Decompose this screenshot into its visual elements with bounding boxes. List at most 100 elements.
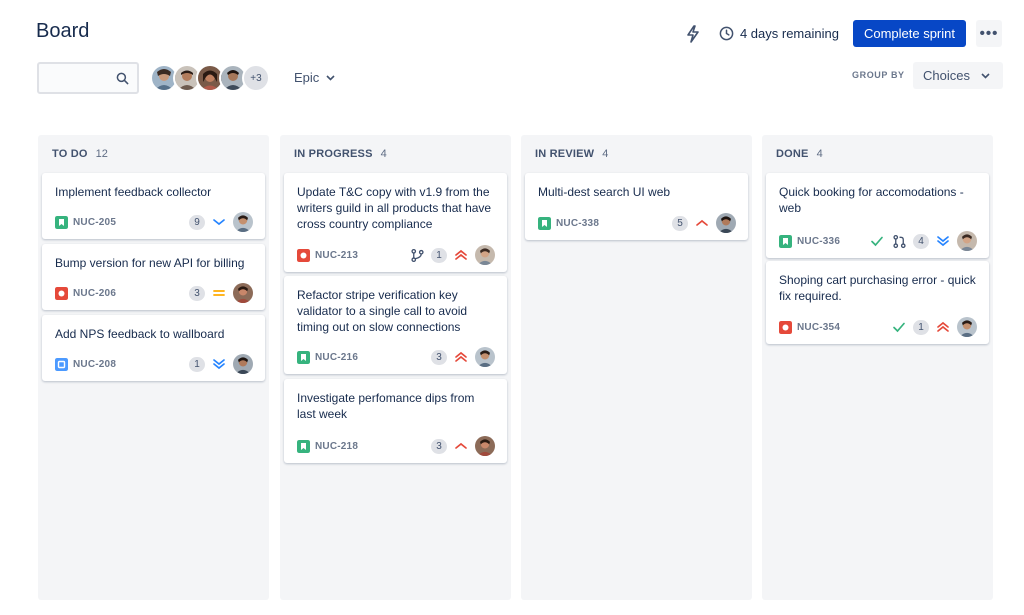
search-input[interactable] (37, 62, 139, 94)
chevron-down-icon (981, 72, 990, 79)
issue-key[interactable]: NUC-218 (315, 441, 358, 452)
assignee-avatar[interactable] (475, 436, 495, 456)
column-header: IN REVIEW 4 (521, 135, 752, 172)
column-count: 12 (95, 147, 108, 160)
issue-key[interactable]: NUC-336 (797, 236, 840, 247)
sprint-controls: 4 days remaining Complete sprint ••• (683, 20, 1002, 47)
column-header: IN PROGRESS 4 (280, 135, 511, 172)
issue-footer: NUC-336 4 (779, 231, 977, 251)
priority-high-icon (453, 438, 469, 454)
issue-footer: NUC-338 5 (538, 213, 736, 233)
story-points-badge: 5 (672, 215, 688, 231)
issue-card[interactable]: Refactor stripe verification key validat… (284, 276, 507, 374)
column-todo: TO DO 12 Implement feedback collector NU… (38, 135, 269, 600)
issue-footer: NUC-216 3 (297, 347, 495, 367)
story-points-badge: 4 (913, 233, 929, 249)
assignee-avatar[interactable] (233, 283, 253, 303)
story-points-badge: 3 (431, 349, 447, 365)
group-by-value: Choices (923, 68, 970, 83)
column-count: 4 (380, 147, 387, 160)
issue-summary: Quick booking for accomodations - web (779, 185, 964, 215)
story-points-badge: 3 (189, 285, 205, 301)
issue-card[interactable]: Bump version for new API for billing NUC… (42, 244, 265, 310)
column-in-review: IN REVIEW 4 Multi-dest search UI web NUC… (521, 135, 752, 600)
issue-footer: NUC-218 3 (297, 436, 495, 456)
issue-key[interactable]: NUC-205 (73, 217, 116, 228)
story-type-icon (55, 215, 68, 229)
priority-highest-icon (453, 247, 469, 263)
assignee-avatar[interactable] (957, 231, 977, 251)
story-points-badge: 9 (189, 214, 205, 230)
story-points-badge: 1 (913, 319, 929, 335)
assignee-avatar[interactable] (233, 354, 253, 374)
page-title: Board (36, 20, 90, 42)
assignee-avatar[interactable] (957, 317, 977, 337)
issue-footer: NUC-354 1 (779, 317, 977, 337)
issue-key[interactable]: NUC-338 (556, 218, 599, 229)
search-icon (116, 72, 129, 85)
story-points-badge: 1 (189, 356, 205, 372)
more-actions-button[interactable]: ••• (976, 20, 1002, 47)
priority-highest-icon (935, 319, 951, 335)
issue-summary: Bump version for new API for billing (55, 256, 245, 270)
column-count: 4 (816, 147, 823, 160)
assignee-avatar[interactable] (233, 212, 253, 232)
story-type-icon (538, 216, 551, 230)
column-header: DONE 4 (762, 135, 993, 172)
issue-card[interactable]: Investigate perfomance dips from last we… (284, 379, 507, 463)
assignee-avatar[interactable] (475, 347, 495, 367)
chevron-down-icon (326, 74, 335, 81)
complete-sprint-button[interactable]: Complete sprint (852, 20, 966, 47)
task-type-icon (55, 357, 68, 371)
story-type-icon (297, 350, 310, 364)
column-title: DONE (776, 147, 809, 160)
column-count: 4 (602, 147, 609, 160)
issue-key[interactable]: NUC-206 (73, 288, 116, 299)
issue-key[interactable]: NUC-213 (315, 250, 358, 261)
issue-card[interactable]: Add NPS feedback to wallboard NUC-208 1 (42, 315, 265, 381)
issue-footer: NUC-208 1 (55, 354, 253, 374)
done-check-icon (869, 233, 885, 249)
issue-card[interactable]: Implement feedback collector NUC-205 9 (42, 173, 265, 239)
issue-key[interactable]: NUC-354 (797, 322, 840, 333)
issue-footer: NUC-206 3 (55, 283, 253, 303)
column-title: IN REVIEW (535, 147, 595, 160)
bug-type-icon (297, 248, 310, 262)
priority-lowest-icon (935, 233, 951, 249)
issue-footer: NUC-213 1 (297, 245, 495, 265)
epic-label: Epic (294, 70, 320, 85)
assignee-avatar[interactable] (475, 245, 495, 265)
story-type-icon (297, 439, 310, 453)
issue-summary: Investigate perfomance dips from last we… (297, 391, 475, 421)
group-by-label: GROUP BY (852, 70, 905, 80)
issue-key[interactable]: NUC-216 (315, 352, 358, 363)
pull-request-icon (891, 233, 907, 249)
sprint-time-remaining: 4 days remaining (719, 26, 839, 41)
assignee-avatar[interactable] (716, 213, 736, 233)
issue-card[interactable]: Update T&C copy with v1.9 from the write… (284, 173, 507, 272)
column-header: TO DO 12 (38, 135, 269, 172)
automation-bolt-icon[interactable] (683, 24, 703, 44)
bug-type-icon (55, 286, 68, 300)
column-in-progress: IN PROGRESS 4 Update T&C copy with v1.9 … (280, 135, 511, 600)
more-assignees-badge[interactable]: +3 (242, 64, 270, 92)
issue-card[interactable]: Quick booking for accomodations - web NU… (766, 173, 989, 258)
issue-summary: Update T&C copy with v1.9 from the write… (297, 185, 492, 231)
issue-summary: Add NPS feedback to wallboard (55, 327, 225, 341)
column-title: TO DO (52, 147, 88, 160)
issue-key[interactable]: NUC-208 (73, 359, 116, 370)
priority-lowest-icon (211, 356, 227, 372)
column-done: DONE 4 Quick booking for accomodations -… (762, 135, 993, 600)
issue-summary: Shoping cart purchasing error - quick fi… (779, 273, 976, 303)
group-by-select[interactable]: Choices (913, 62, 1003, 89)
issue-footer: NUC-205 9 (55, 212, 253, 232)
issue-card[interactable]: Multi-dest search UI web NUC-338 5 (525, 173, 748, 240)
story-type-icon (779, 234, 792, 248)
story-points-badge: 1 (431, 247, 447, 263)
bug-type-icon (779, 320, 792, 334)
epic-filter[interactable]: Epic (294, 70, 335, 85)
remaining-text: 4 days remaining (739, 26, 839, 41)
issue-card[interactable]: Shoping cart purchasing error - quick fi… (766, 261, 989, 344)
priority-high-icon (694, 215, 710, 231)
clock-icon (719, 26, 734, 41)
